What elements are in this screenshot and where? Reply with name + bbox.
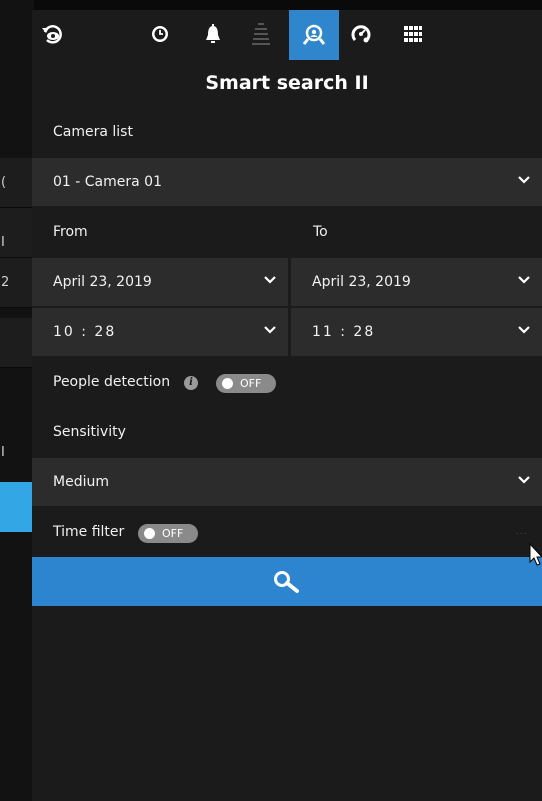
from-time-value: 10 : 28 [53, 324, 117, 340]
chevron-down-icon [518, 276, 530, 284]
more-options-button[interactable]: ··· [515, 529, 528, 540]
camera-list-label: Camera list [53, 124, 133, 140]
to-time-value: 11 : 28 [312, 324, 376, 340]
icon-toolbar [32, 10, 542, 60]
info-icon[interactable]: i [184, 376, 198, 390]
lightning-icon[interactable] [244, 16, 278, 52]
toggle-knob [222, 378, 233, 389]
background-text: I [1, 445, 5, 460]
sensitivity-label: Sensitivity [53, 424, 126, 440]
background-highlight [0, 482, 34, 532]
rotate-eye-icon[interactable] [36, 16, 70, 52]
to-time-select[interactable]: 11 : 28 [291, 308, 542, 356]
people-detection-toggle[interactable]: OFF [216, 374, 276, 393]
to-date-value: April 23, 2019 [312, 274, 411, 290]
clock-icon[interactable] [143, 16, 177, 52]
time-filter-toggle[interactable]: OFF [138, 524, 198, 543]
background-slot [0, 208, 34, 258]
from-date-value: April 23, 2019 [53, 274, 152, 290]
camera-select[interactable]: 01 - Camera 01 [32, 158, 542, 206]
bell-icon[interactable] [196, 16, 230, 52]
chevron-down-icon [518, 176, 530, 184]
from-time-select[interactable]: 10 : 28 [32, 308, 288, 356]
background-text: I [1, 235, 5, 250]
time-filter-label: Time filter [53, 524, 125, 540]
search-button[interactable] [32, 557, 542, 606]
search-icon [274, 570, 299, 593]
chevron-down-icon [264, 276, 276, 284]
chevron-down-icon [518, 476, 530, 484]
smart-search-panel: Smart search II Camera list 01 - Camera … [32, 10, 542, 801]
sensitivity-value: Medium [53, 474, 109, 490]
toggle-knob [144, 528, 155, 539]
chevron-down-icon [518, 326, 530, 334]
from-date-select[interactable]: April 23, 2019 [32, 258, 288, 306]
background-text: 2 [1, 275, 10, 290]
sensitivity-select[interactable]: Medium [32, 458, 542, 506]
background-sidebar: ( I 2 I [0, 0, 34, 801]
people-detection-label: People detection [53, 374, 171, 390]
to-date-select[interactable]: April 23, 2019 [291, 258, 542, 306]
smart-search-icon[interactable] [289, 10, 339, 60]
background-text: ( [1, 175, 7, 190]
toggle-state: OFF [162, 527, 184, 540]
panel-title: Smart search II [205, 72, 369, 94]
from-label: From [53, 224, 88, 240]
camera-select-value: 01 - Camera 01 [53, 174, 162, 190]
speedometer-icon[interactable] [344, 16, 378, 52]
to-label: To [313, 224, 328, 240]
chevron-down-icon [264, 326, 276, 334]
grid-icon[interactable] [396, 16, 430, 52]
mouse-cursor-icon [529, 543, 542, 566]
background-slot [0, 318, 34, 368]
toggle-state: OFF [240, 377, 262, 390]
